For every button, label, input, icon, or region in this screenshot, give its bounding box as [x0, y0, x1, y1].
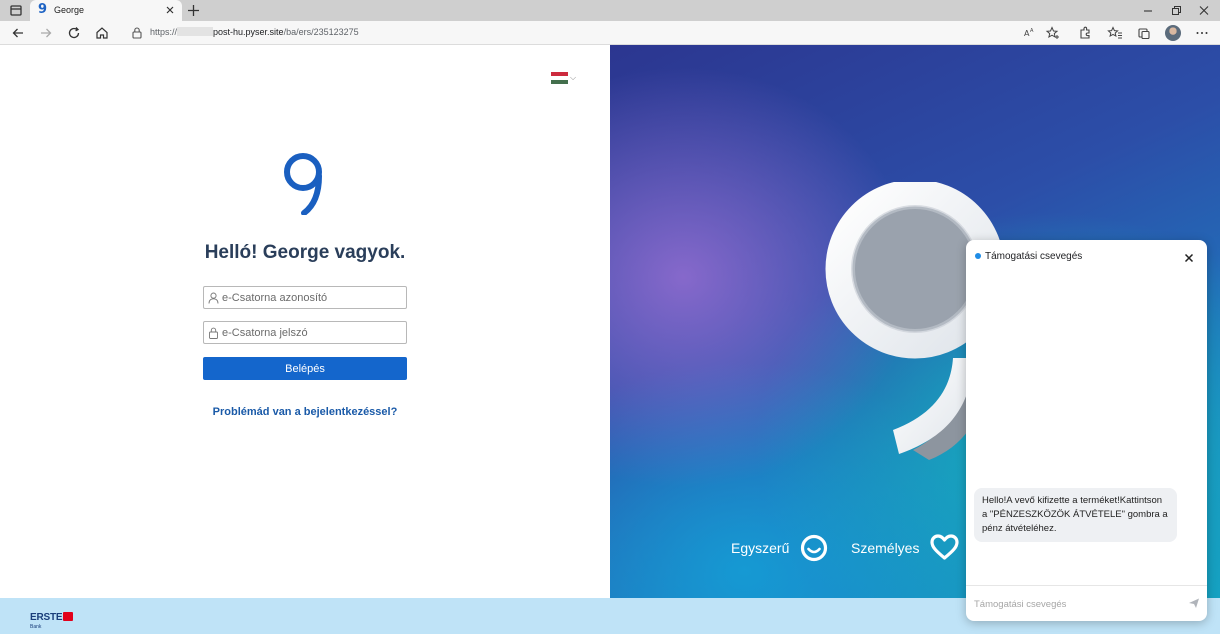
- login-problem-link[interactable]: Problémád van a bejelentkezéssel?: [0, 406, 610, 418]
- erste-brand: ERSTE: [30, 612, 63, 623]
- url-host: post-hu.pyser.site: [213, 27, 284, 37]
- chat-close-icon[interactable]: [1182, 251, 1196, 265]
- favorites-icon[interactable]: [1107, 25, 1123, 41]
- user-icon: [208, 292, 219, 304]
- read-aloud-icon[interactable]: A A: [1022, 25, 1038, 41]
- username-field[interactable]: [203, 286, 407, 309]
- refresh-icon[interactable]: [66, 25, 82, 41]
- padlock-icon: [209, 327, 218, 339]
- password-input[interactable]: [222, 324, 404, 341]
- url-path: /ba/ers/235123275: [283, 27, 359, 37]
- close-window-icon[interactable]: [1196, 3, 1212, 18]
- browser-tab-bar: 9 George: [0, 0, 1220, 21]
- chat-message-input[interactable]: [974, 595, 1174, 613]
- new-tab-icon[interactable]: [186, 3, 201, 18]
- language-chevron-down-icon[interactable]: ⌵: [570, 73, 576, 83]
- svg-text:A: A: [1030, 28, 1034, 34]
- slogan-personal: Személyes: [851, 540, 920, 556]
- chat-message: Hello!A vevő kifizette a terméket!Kattin…: [974, 488, 1177, 542]
- more-options-icon[interactable]: [1194, 25, 1210, 41]
- extensions-icon[interactable]: [1077, 25, 1093, 41]
- tab-actions-icon[interactable]: [8, 3, 24, 18]
- george-favicon-icon: 9: [38, 2, 48, 17]
- browser-tab-george[interactable]: 9 George: [30, 0, 182, 21]
- smile-icon: [800, 534, 828, 562]
- erste-s-icon: [63, 612, 74, 621]
- profile-avatar[interactable]: [1165, 25, 1181, 41]
- lock-icon[interactable]: [131, 26, 143, 39]
- page-title: Helló! George vagyok.: [204, 242, 406, 263]
- login-panel: ⌵ Helló! George vagyok. Belépés Problémá…: [0, 45, 610, 598]
- back-icon[interactable]: [10, 25, 26, 41]
- password-field[interactable]: [203, 321, 407, 344]
- chat-divider: [966, 585, 1207, 586]
- send-icon[interactable]: [1188, 597, 1200, 609]
- flag-stripe-green: [551, 80, 568, 84]
- heart-icon: [930, 534, 959, 560]
- url-prefix: https://: [150, 27, 178, 37]
- username-input[interactable]: [222, 289, 404, 306]
- add-favorite-icon[interactable]: [1045, 25, 1061, 41]
- minimize-icon[interactable]: [1140, 3, 1156, 18]
- online-status-icon: [975, 253, 981, 259]
- forward-icon: [41, 28, 52, 38]
- address-bar[interactable]: https:// post-hu.pyser.site/ba/ers/235123…: [150, 27, 359, 37]
- browser-toolbar: https:// post-hu.pyser.site/ba/ers/235123…: [0, 21, 1220, 45]
- support-chat-widget: Támogatási csevegés Hello!A vevő kifizet…: [966, 240, 1207, 621]
- collections-icon[interactable]: [1136, 25, 1152, 41]
- login-button[interactable]: Belépés: [203, 357, 407, 380]
- url-redacted: [177, 27, 214, 36]
- home-icon[interactable]: [94, 25, 110, 41]
- hungarian-flag-icon[interactable]: [551, 72, 568, 84]
- slogan-simple: Egyszerű: [731, 540, 790, 556]
- close-tab-icon[interactable]: [164, 4, 176, 16]
- george-logo-icon: [284, 153, 322, 215]
- restore-icon[interactable]: [1168, 3, 1184, 18]
- chat-title: Támogatási csevegés: [985, 251, 1083, 262]
- tab-title: George: [54, 5, 85, 15]
- erste-bank-logo: ERSTE Bank: [30, 607, 74, 630]
